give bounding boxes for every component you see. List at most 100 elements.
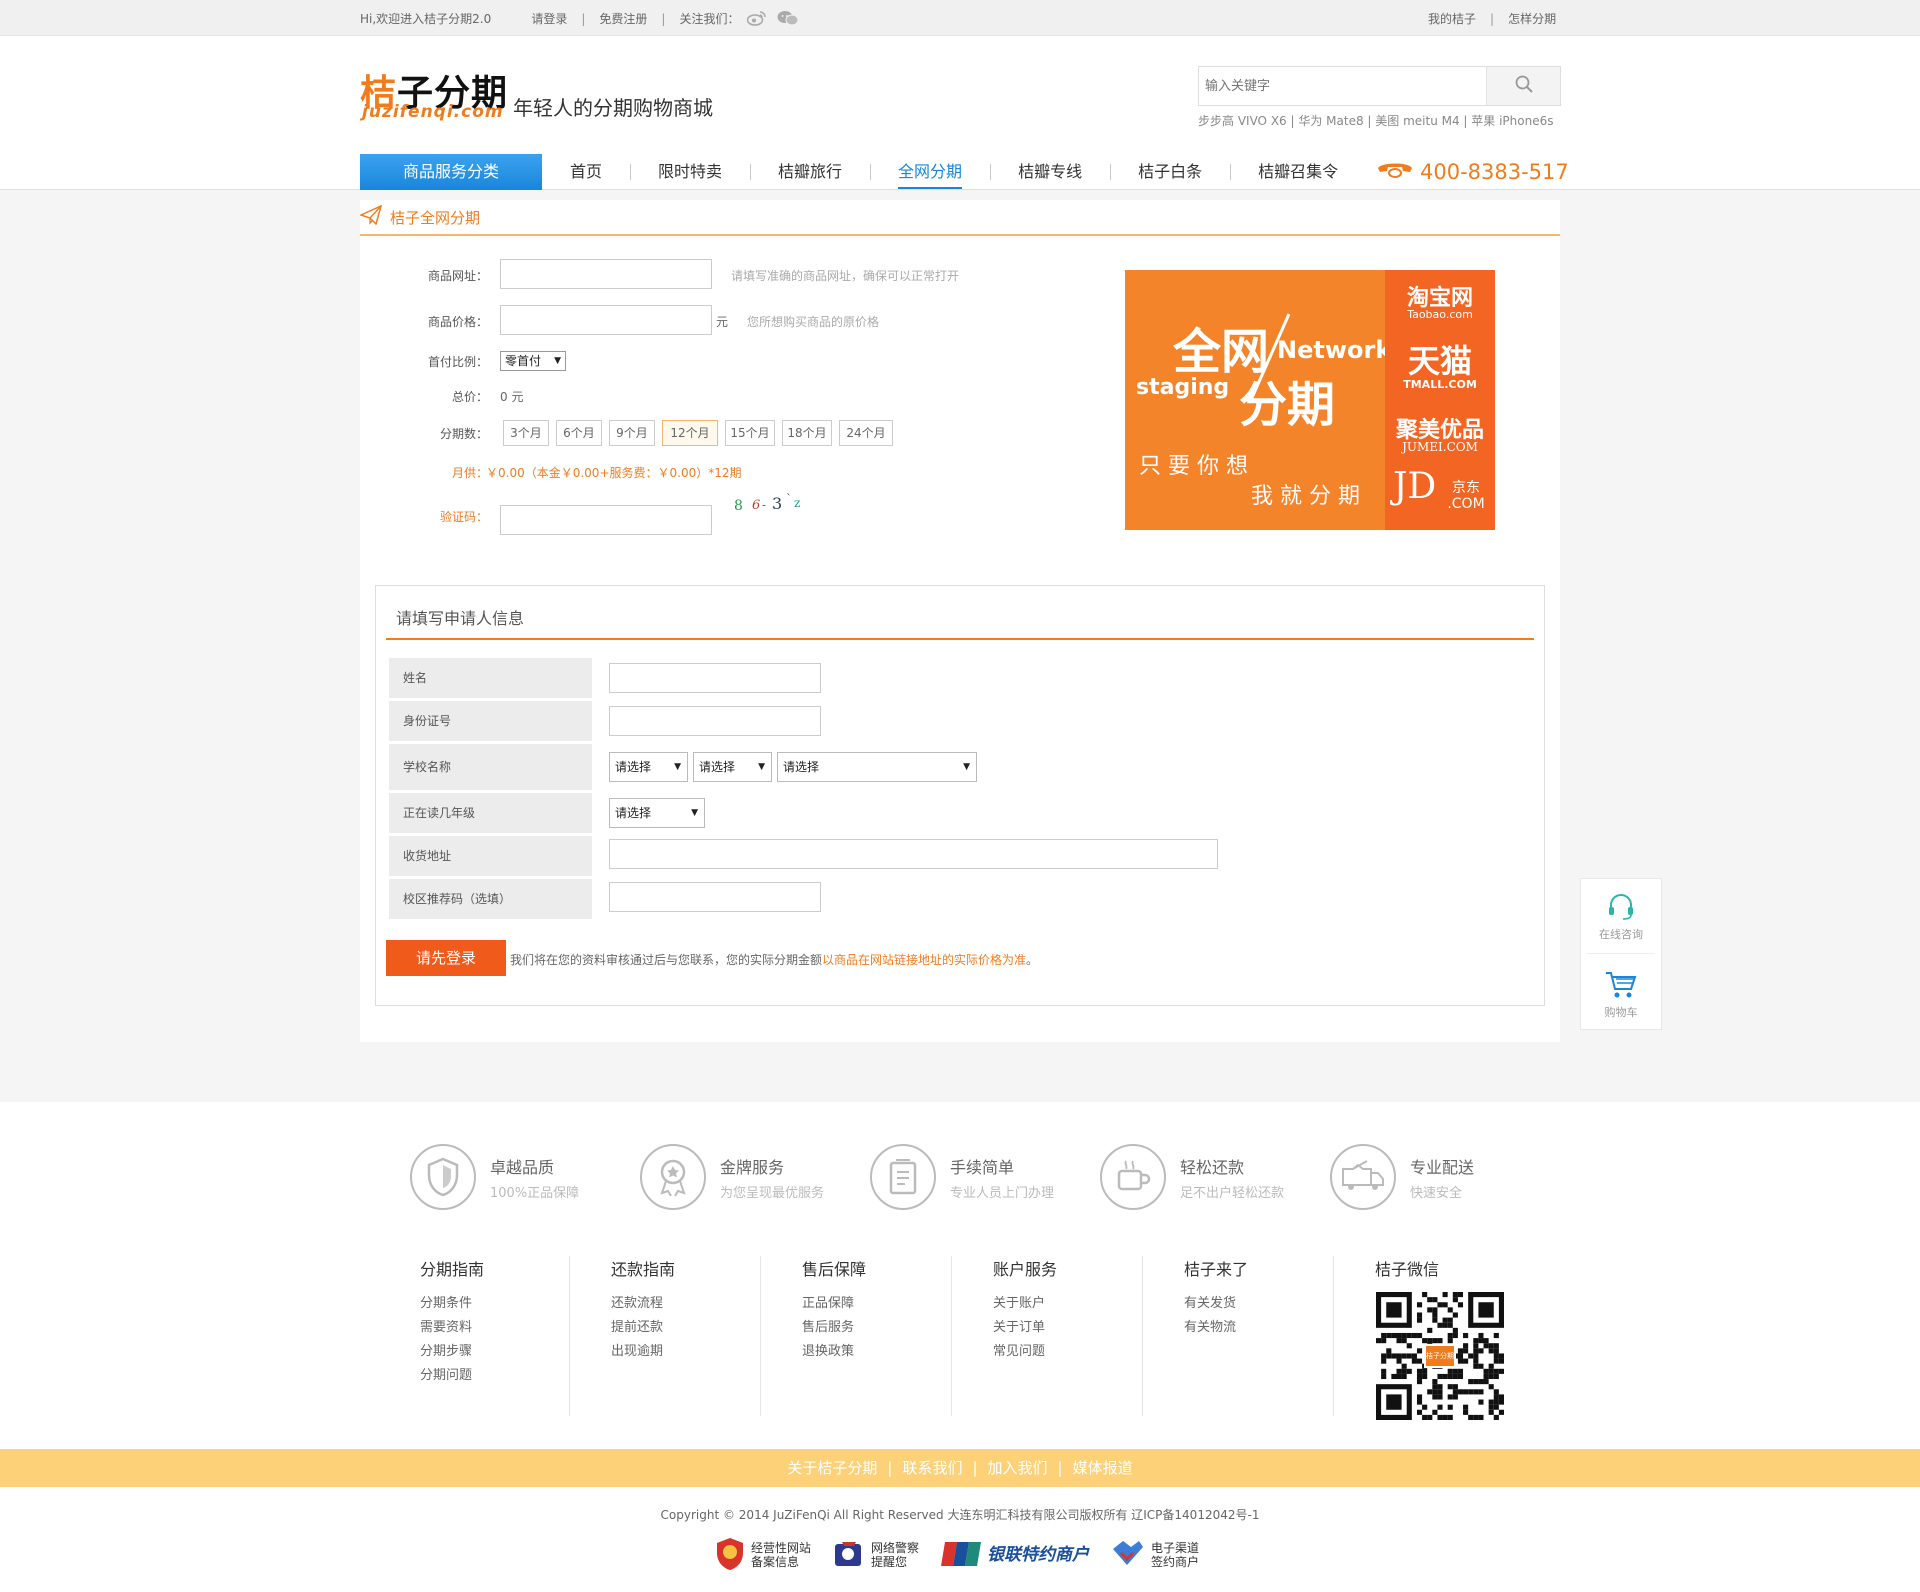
footer-link[interactable]: 分期步骤 [420, 1340, 569, 1364]
police-shield-icon [715, 1537, 745, 1574]
footer-column: 售后保障 正品保障 售后服务 退换政策 [762, 1256, 952, 1416]
wechat-icon[interactable] [777, 10, 799, 29]
footer-link[interactable]: 有关发货 [1184, 1292, 1333, 1316]
city-select[interactable]: 请选择 ▼ [693, 752, 772, 782]
badge-unionpay[interactable]: 银联特约商户 [941, 1540, 1089, 1571]
url-label: 商品网址： [427, 269, 488, 283]
period-option[interactable]: 3个月 [503, 420, 549, 446]
badge-police[interactable]: 网络警察 提醒您 [833, 1538, 919, 1573]
copyright: Copyright © 2014 JuZiFenQi All Right Res… [660, 1508, 1260, 1522]
badge-icp[interactable]: 经营性网站 备案信息 [715, 1537, 811, 1574]
search-box [1198, 66, 1561, 106]
how-to-link[interactable]: 怎样分期 [1508, 12, 1556, 26]
my-account-link[interactable]: 我的桔子 [1428, 12, 1476, 26]
bottom-link[interactable]: 加入我们 [988, 1459, 1048, 1477]
captcha-char: 6 [752, 498, 761, 513]
footer-link[interactable]: 关于账户 [993, 1292, 1142, 1316]
register-link[interactable]: 免费注册 [599, 12, 647, 26]
jumei-domain: JUMEI.COM [1402, 440, 1478, 454]
price-label: 商品价格： [427, 315, 488, 329]
footer-column-title: 桔子微信 [1375, 1260, 1440, 1279]
online-consult[interactable]: 在线咨询 [1581, 889, 1661, 953]
login-first-button[interactable]: 请先登录 [386, 940, 506, 976]
captcha-char: - [762, 498, 767, 512]
id-number-input[interactable] [609, 706, 821, 736]
bottom-link[interactable]: 联系我们 [902, 1459, 962, 1477]
cart-link[interactable]: 购物车 [1581, 969, 1661, 1029]
paper-plane-icon [358, 204, 383, 229]
link-separator: | [887, 1459, 893, 1477]
bottom-link[interactable]: 媒体报道 [1073, 1459, 1133, 1477]
school-label: 学校名称 [389, 744, 592, 790]
bottom-link[interactable]: 关于桔子分期 [787, 1459, 877, 1477]
search-input[interactable] [1199, 67, 1479, 105]
period-option[interactable]: 12个月 [662, 420, 718, 446]
period-option[interactable]: 15个月 [725, 420, 775, 446]
footer-link[interactable]: 有关物流 [1184, 1316, 1333, 1340]
feature-subtitle: 快速安全 [1410, 1185, 1463, 1201]
hot-keywords[interactable]: 步步高 VIVO X6 | 华为 Mate8 | 美图 meitu M4 | 苹… [1198, 112, 1553, 129]
captcha-char: ` [786, 492, 792, 506]
footer-link[interactable]: 分期问题 [420, 1364, 569, 1388]
address-input[interactable] [609, 839, 1218, 869]
feature-subtitle: 为您呈现最优服务 [720, 1185, 825, 1201]
top-bar: Hi,欢迎进入桔子分期2.0|请登录|免费注册|关注我们： 我的桔子|怎样分期 [0, 0, 1920, 36]
footer-link[interactable]: 退换政策 [802, 1340, 951, 1364]
badge-e-channel[interactable]: 电子渠道 签约商户 [1111, 1539, 1199, 1572]
search-button[interactable] [1486, 67, 1560, 105]
trust-badges: 经营性网站 备案信息 网络警察 提醒您 银联特约商户 电子渠道 签约商户 [715, 1535, 1221, 1575]
province-select[interactable]: 请选择 ▼ [609, 752, 688, 782]
referral-input[interactable] [609, 882, 821, 912]
address-label: 收货地址 [389, 836, 592, 876]
footer-column: 还款指南 还款流程 提前还款 出现逾期 [571, 1256, 761, 1416]
footer-link[interactable]: 关于订单 [993, 1316, 1142, 1340]
name-input[interactable] [609, 663, 821, 693]
price-input[interactable] [500, 305, 712, 335]
footer-link[interactable]: 提前还款 [611, 1316, 760, 1340]
school-select[interactable]: 请选择 ▼ [777, 752, 977, 782]
consult-label: 在线咨询 [1599, 928, 1643, 941]
footer-link[interactable]: 正品保障 [802, 1292, 951, 1316]
category-button[interactable]: 商品服务分类 [360, 154, 542, 190]
search-icon [1514, 74, 1534, 98]
period-option[interactable]: 24个月 [839, 420, 893, 446]
weibo-icon[interactable] [746, 10, 767, 29]
welcome-text: Hi,欢迎进入桔子分期2.0 [360, 12, 492, 26]
login-link[interactable]: 请登录 [531, 12, 567, 26]
captcha-label: 验证码： [439, 510, 488, 524]
floating-toolbar: 在线咨询 购物车 [1580, 878, 1662, 1030]
nav-item[interactable]: 首页 [542, 154, 630, 190]
down-payment-select[interactable]: 零首付 ▼ [500, 351, 566, 371]
footer-link[interactable]: 出现逾期 [611, 1340, 760, 1364]
note-end: 。 [1026, 953, 1039, 967]
feature-subtitle: 专业人员上门办理 [950, 1185, 1055, 1201]
badge-line: 电子渠道 [1151, 1541, 1200, 1555]
footer-link[interactable]: 售后服务 [802, 1316, 951, 1340]
nav-item[interactable]: 全网分期 [870, 154, 990, 190]
period-option[interactable]: 9个月 [609, 420, 655, 446]
header: 桔子分期 juzifenqi.com 年轻人的分期购物商城 步步高 VIVO X… [0, 36, 1920, 190]
nav-item[interactable]: 桔瓣专线 [990, 154, 1110, 190]
nav-item[interactable]: 桔瓣召集令 [1230, 154, 1366, 190]
note-highlight: 以商品在网站链接地址的实际价格为准 [822, 953, 1027, 967]
banner-shop-list: 淘宝网 Taobao.com 天猫 TMALL.COM 聚美优品 JUMEI.C… [1385, 270, 1495, 530]
dropdown-arrow-icon: ▼ [554, 356, 561, 366]
badge-line: 经营性网站 [751, 1541, 812, 1555]
footer-link[interactable]: 需要资料 [420, 1316, 569, 1340]
nav-item[interactable]: 桔子白条 [1110, 154, 1230, 190]
period-option[interactable]: 18个月 [782, 420, 832, 446]
footer-link[interactable]: 常见问题 [993, 1340, 1142, 1364]
cart-icon [1604, 969, 1638, 1004]
promo-banner[interactable]: 全网 Network staging 分期 只 要 你 想 我 就 分 期 淘宝… [1125, 270, 1495, 530]
nav-item[interactable]: 桔瓣旅行 [750, 154, 870, 190]
down-payment-value: 零首付 [505, 354, 542, 368]
captcha-image[interactable]: 8 6 - 3 ` z [732, 492, 812, 518]
url-input[interactable] [500, 259, 712, 289]
period-option[interactable]: 6个月 [556, 420, 602, 446]
link-separator: | [972, 1459, 978, 1477]
footer-link[interactable]: 还款流程 [611, 1292, 760, 1316]
nav-item[interactable]: 限时特卖 [630, 154, 750, 190]
grade-select[interactable]: 请选择 ▼ [609, 798, 705, 828]
footer-link[interactable]: 分期条件 [420, 1292, 569, 1316]
captcha-input[interactable] [500, 505, 712, 535]
